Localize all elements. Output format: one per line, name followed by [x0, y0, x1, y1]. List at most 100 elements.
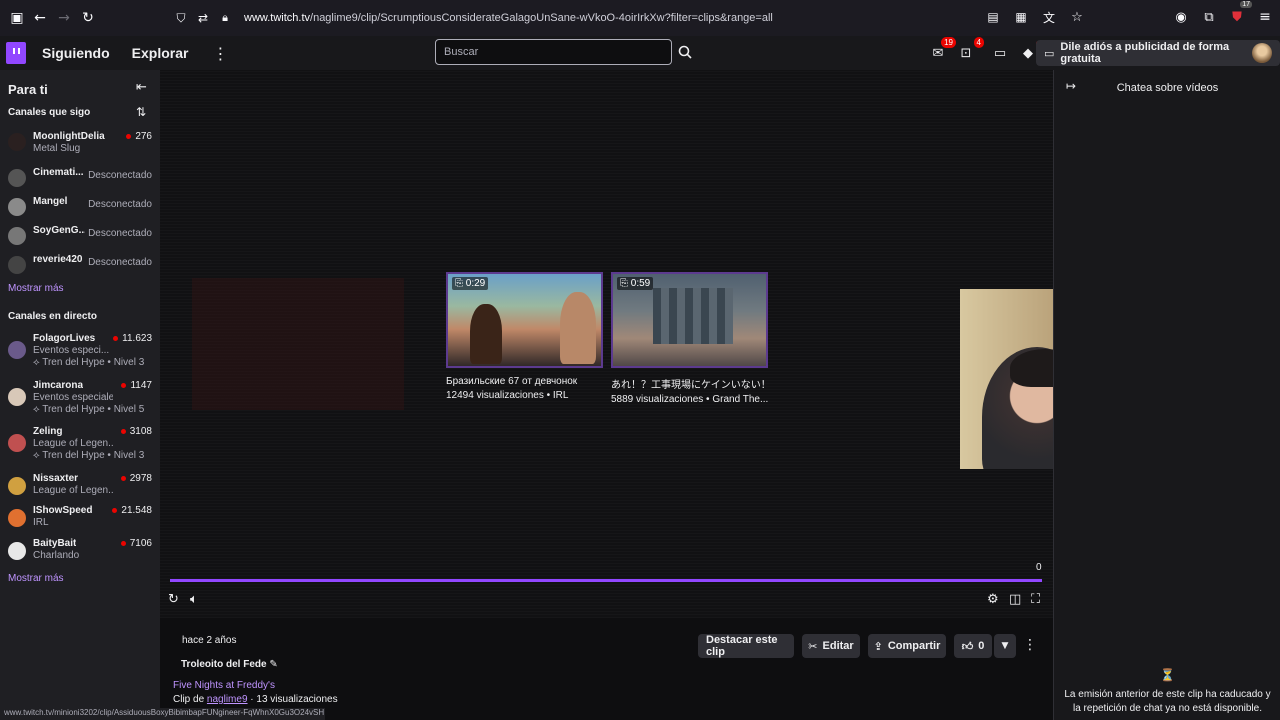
ad-free-label: Dile adiós a publicidad de forma gratuit…: [1060, 41, 1230, 65]
whispers-icon[interactable]: ▭: [990, 43, 1010, 63]
following-link[interactable]: Siguiendo: [42, 45, 110, 61]
menu-icon[interactable]: ≡: [1254, 6, 1276, 28]
extension-badge: 17: [1240, 1, 1252, 8]
live-indicator: [126, 133, 132, 139]
like-dropdown-button[interactable]: ▼: [994, 634, 1016, 658]
search-input[interactable]: [436, 40, 671, 64]
viewer-count: 7106: [120, 538, 152, 549]
url-text[interactable]: www.twitch.tv/naglime9/clip/ScrumptiousC…: [244, 12, 773, 24]
notifications-icon[interactable]: ⊡ 4: [956, 37, 984, 63]
replay-icon[interactable]: ↻: [168, 592, 179, 607]
more-options-icon[interactable]: ⋮: [1023, 637, 1037, 653]
settings-gear-icon[interactable]: ⚙: [987, 592, 999, 607]
avatar: [8, 341, 26, 359]
sidebar-channel[interactable]: Nissaxter League of Legen... 2978: [8, 473, 156, 501]
collapse-sidebar-icon[interactable]: ⇤: [136, 80, 147, 95]
shield-icon[interactable]: ⛉: [170, 7, 192, 29]
viewer-count: 276: [126, 131, 152, 142]
channel-game: Eventos especi...: [33, 345, 110, 356]
ublock-icon[interactable]: ⛊ 17: [1226, 1, 1252, 28]
sidebar-channel[interactable]: SoyGenG... Desconectado: [8, 225, 156, 253]
theatre-mode-icon[interactable]: ◫: [1009, 592, 1021, 607]
clip-duration: ⎘ 0:29: [452, 277, 489, 290]
forward-icon[interactable]: →: [53, 7, 75, 29]
clip-title[interactable]: あれ！？工事現場にケインいない！？: [611, 376, 768, 391]
reload-icon[interactable]: ↻: [77, 7, 99, 29]
show-more-link[interactable]: Mostrar más: [8, 573, 64, 584]
offline-status: Desconectado: [88, 199, 152, 210]
channel-name: Zeling: [33, 426, 63, 437]
channel-game: Eventos especiales: [33, 392, 113, 403]
bookmark-star-icon[interactable]: ☆: [1066, 6, 1088, 28]
ad-free-button[interactable]: ▭ Dile adiós a publicidad de forma gratu…: [1036, 40, 1280, 66]
playback-time: 0: [1036, 562, 1042, 573]
channel-name: reverie420: [33, 254, 83, 265]
search-button[interactable]: [673, 39, 697, 65]
browse-link[interactable]: Explorar: [132, 45, 189, 61]
address-bar[interactable]: ⛉ ⇄ 🔒︎ www.twitch.tv/naglime9/clip/Scrum…: [170, 5, 1110, 31]
sidebar-channel[interactable]: IShowSpeed IRL 21.548: [8, 505, 156, 533]
clip-thumbnail[interactable]: ⎘ 0:29: [446, 272, 603, 368]
avatar: [8, 434, 26, 452]
viewer-count: 21.548: [112, 505, 152, 516]
extensions-icon[interactable]: ⧉: [1198, 6, 1220, 28]
back-icon[interactable]: ←: [29, 7, 51, 29]
translate-icon[interactable]: 文: [1038, 6, 1060, 28]
avatar: [8, 477, 26, 495]
sidebar-channel[interactable]: Jimcarona Eventos especiales ⟡ Tren del …: [8, 380, 156, 416]
account-icon[interactable]: ◉: [1170, 6, 1192, 28]
recommended-clip[interactable]: ⎘ 0:59 あれ！？工事現場にケインいない！？ 5889 visualizac…: [611, 272, 768, 405]
feature-clip-button[interactable]: Destacar este clip: [698, 634, 794, 658]
viewer-count: 3108: [120, 426, 152, 437]
notifications-badge: 4: [973, 37, 984, 48]
reader-view-icon[interactable]: ▤: [982, 6, 1004, 28]
like-button[interactable]: 👍︎ 0: [954, 634, 992, 658]
avatar: [8, 198, 26, 216]
search-field[interactable]: [435, 39, 672, 65]
inbox-icon[interactable]: ✉ 19: [928, 37, 956, 63]
seek-bar[interactable]: [170, 579, 1042, 582]
twitch-logo-icon[interactable]: [6, 42, 26, 64]
more-menu-icon[interactable]: ⋮: [212, 44, 228, 63]
sidebar-channel[interactable]: Mangel Desconectado: [8, 196, 156, 224]
avatar: [8, 227, 26, 245]
fullscreen-icon[interactable]: ⛶: [1031, 592, 1040, 607]
sidebar-channel[interactable]: FolagorLives Eventos especi... ⟡ Tren de…: [8, 333, 156, 369]
permissions-icon[interactable]: ⇄: [192, 7, 214, 29]
sidebar-channel[interactable]: MoonlightDelia Metal Slug 276: [8, 131, 156, 159]
user-avatar[interactable]: [1252, 43, 1272, 63]
sidebar-toggle-icon[interactable]: ▣: [6, 7, 28, 29]
screenshot-icon[interactable]: ▦: [1010, 6, 1032, 28]
share-icon: ⇪: [873, 639, 883, 653]
channel-name: Jimcarona: [33, 380, 84, 391]
channel-name: Cinemati...: [33, 167, 84, 178]
left-sidebar: Para ti ⇤ Canales que sigo ⇅ MoonlightDe…: [0, 70, 160, 720]
sidebar-channel[interactable]: BaityBait Charlando 7106: [8, 538, 156, 566]
volume-icon[interactable]: 🔈︎: [190, 592, 198, 607]
sidebar-channel[interactable]: reverie420 Desconectado: [8, 254, 156, 282]
recommended-clip[interactable]: ⎘ 0:29 Бразильские 67 от девчонок 12494 …: [446, 272, 603, 401]
tv-icon: ▭: [1044, 46, 1055, 60]
clip-thumbnail[interactable]: ⎘ 0:59: [611, 272, 768, 368]
inbox-badge: 19: [941, 37, 956, 48]
edit-title-icon[interactable]: ✎: [269, 659, 277, 670]
bits-icon[interactable]: ◆: [1018, 41, 1041, 63]
hype-train: ⟡ Tren del Hype • Nivel 5: [33, 404, 145, 415]
avatar: [8, 509, 26, 527]
chat-unavailable-icon: ⏳: [1160, 668, 1175, 682]
show-more-link[interactable]: Mostrar más: [8, 283, 64, 294]
author-link[interactable]: naglime9: [207, 694, 248, 705]
clip-thumbnail-building: [653, 288, 733, 344]
avatar: [8, 388, 26, 406]
clip-title[interactable]: Бразильские 67 от девчонок: [446, 376, 603, 387]
sort-icon[interactable]: ⇅: [136, 105, 146, 119]
channel-game: Metal Slug: [33, 143, 81, 154]
sidebar-channel[interactable]: Cinemati... Desconectado: [8, 167, 156, 195]
share-button[interactable]: ⇪ Compartir: [868, 634, 946, 658]
sidebar-channel[interactable]: Zeling League of Legen... ⟡ Tren del Hyp…: [8, 426, 156, 462]
chat-title: Chatea sobre vídeos: [1116, 82, 1219, 94]
game-link[interactable]: Five Nights at Freddy's: [173, 680, 275, 691]
twitch-top-nav: Siguiendo Explorar ⋮ ✉19 ⊡4 ▭ ◆ ▭ Dile a…: [0, 36, 1280, 70]
channel-name: IShowSpeed: [33, 505, 93, 516]
edit-button[interactable]: ✂ Editar: [802, 634, 860, 658]
